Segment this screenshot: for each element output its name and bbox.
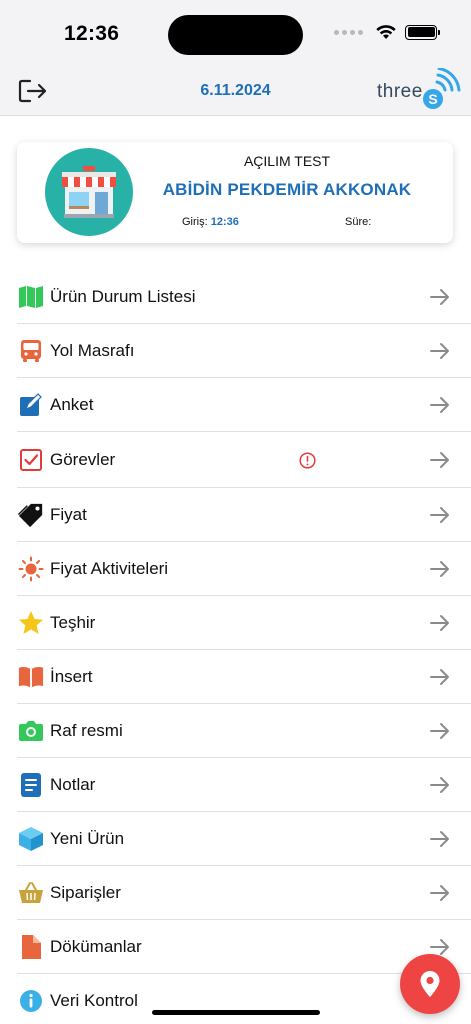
shopping-basket-icon (18, 880, 44, 906)
menu-label: Anket (50, 395, 94, 414)
menu-label: Yeni Ürün (50, 829, 125, 848)
battery-icon (405, 24, 440, 40)
alert-circle-icon (299, 451, 316, 469)
menu-item-siparisler[interactable]: Siparişler (0, 866, 471, 920)
arrow-right-icon (430, 507, 449, 523)
menu-label: Raf resmi (50, 721, 123, 740)
bus-icon (18, 338, 44, 364)
arrow-right-icon (430, 343, 449, 359)
arrow-right-icon (430, 885, 449, 901)
arrow-right-icon (430, 831, 449, 847)
menu-label: Veri Kontrol (50, 991, 138, 1010)
arrow-right-icon (430, 452, 449, 468)
arrow-right-icon (430, 777, 449, 793)
storefront-icon (62, 166, 116, 218)
entry-info: Giriş: 12:36 (182, 216, 239, 228)
menu-item-yeni-urun[interactable]: Yeni Ürün (0, 812, 471, 866)
menu-item-insert[interactable]: İnsert (0, 650, 471, 704)
menu-label: Yol Masrafı (50, 341, 135, 360)
menu-item-urun-durum-listesi[interactable]: Ürün Durum Listesi (0, 270, 471, 324)
arrow-right-icon (430, 561, 449, 577)
arrow-right-icon (430, 397, 449, 413)
menu-label: İnsert (50, 667, 93, 686)
store-card[interactable]: AÇILIM TEST ABİDİN PEKDEMİR AKKONAK Giri… (17, 142, 453, 243)
logo-badge: S (428, 91, 437, 107)
menu-label: Fiyat (50, 505, 87, 524)
logo-text: three (377, 81, 423, 102)
menu-item-raf-resmi[interactable]: Raf resmi (0, 704, 471, 758)
menu-item-notlar[interactable]: Notlar (0, 758, 471, 812)
arrow-right-icon (430, 615, 449, 631)
menu-item-teshir[interactable]: Teşhir (0, 596, 471, 650)
arrow-right-icon (430, 289, 449, 305)
menu-label: Ürün Durum Listesi (50, 287, 196, 306)
location-fab-button[interactable] (400, 954, 460, 1014)
arrow-right-icon (430, 723, 449, 739)
threes-logo: three S (375, 68, 465, 112)
info-icon (18, 988, 44, 1014)
app-header: 6.11.2024 three S (0, 64, 471, 116)
location-pin-icon (420, 971, 440, 997)
menu-label: Teşhir (50, 613, 96, 632)
edit-square-icon (18, 392, 44, 418)
notes-icon (18, 772, 44, 798)
store-type: AÇILIM TEST (243, 153, 331, 169)
menu-label: Siparişler (50, 883, 121, 902)
dynamic-island (168, 15, 303, 55)
entry-time: 12:36 (210, 216, 239, 228)
wifi-icon (376, 25, 396, 39)
duration-label: Süre: (345, 216, 372, 228)
store-avatar (45, 148, 133, 236)
camera-icon (18, 718, 44, 744)
menu-label: Görevler (50, 450, 116, 469)
menu-item-gorevler[interactable]: Görevler (0, 432, 471, 488)
cellular-signal-icon (334, 29, 363, 35)
logo-signal-icon: S (423, 68, 461, 109)
store-name: ABİDİN PEKDEMİR AKKONAK (162, 180, 412, 199)
menu-item-fiyat-aktiviteleri[interactable]: Fiyat Aktiviteleri (0, 542, 471, 596)
main-menu: Ürün Durum Listesi Yol Masrafı Anket Gör… (0, 270, 471, 1024)
price-tag-icon (18, 502, 44, 528)
home-indicator (152, 1010, 320, 1015)
status-time: 12:36 (64, 22, 120, 45)
document-icon (18, 934, 44, 960)
menu-label: Fiyat Aktiviteleri (50, 559, 169, 578)
sun-icon (18, 556, 44, 582)
status-bar: 12:36 (0, 0, 471, 64)
menu-item-anket[interactable]: Anket (0, 378, 471, 432)
open-book-icon (18, 664, 44, 690)
menu-item-fiyat[interactable]: Fiyat (0, 488, 471, 542)
menu-label: Notlar (50, 775, 96, 794)
menu-item-yol-masrafi[interactable]: Yol Masrafı (0, 324, 471, 378)
checkbox-icon (18, 447, 44, 473)
menu-item-dokumanlar[interactable]: Dökümanlar (0, 920, 471, 974)
arrow-right-icon (430, 669, 449, 685)
status-indicators (334, 24, 440, 40)
entry-label: Giriş: (182, 216, 208, 228)
star-icon (18, 610, 44, 636)
cube-icon (18, 826, 44, 852)
menu-label: Dökümanlar (50, 937, 142, 956)
map-icon (18, 284, 44, 310)
